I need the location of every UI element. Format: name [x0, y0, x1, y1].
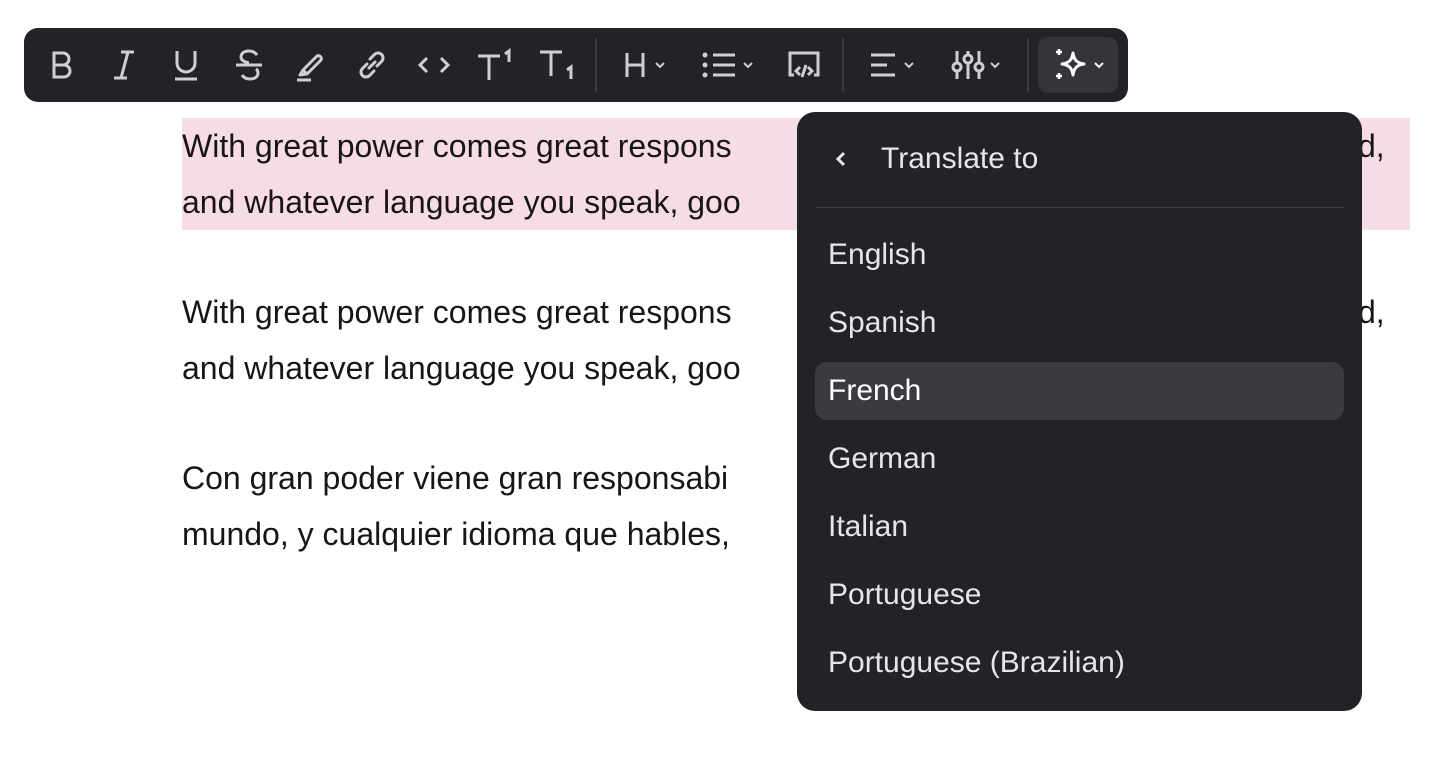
sliders-icon [951, 51, 985, 79]
highlight-button[interactable] [292, 37, 328, 93]
superscript-icon [478, 48, 511, 80]
language-option-french[interactable]: French [815, 362, 1344, 420]
code-button[interactable] [416, 37, 452, 93]
align-dropdown[interactable] [864, 37, 920, 93]
sparkle-icon [1056, 49, 1086, 79]
formatting-toolbar [24, 28, 1128, 102]
menu-divider [815, 207, 1344, 208]
bulleted-list-icon [702, 52, 735, 78]
code-icon [417, 56, 451, 74]
align-left-icon [871, 53, 895, 77]
embed-button[interactable] [784, 37, 824, 93]
underline-button[interactable] [170, 37, 202, 93]
chevron-down-icon [904, 62, 914, 69]
heading-dropdown[interactable] [620, 37, 670, 93]
heading-icon [625, 53, 645, 77]
highlighter-icon [297, 54, 323, 82]
embed-icon [788, 51, 820, 78]
language-option-spanish[interactable]: Spanish [815, 294, 1344, 352]
chevron-down-icon [990, 62, 1000, 69]
link-button[interactable] [354, 37, 390, 93]
bold-icon [52, 51, 72, 79]
subscript-icon [540, 50, 573, 79]
translate-menu-title: Translate to [881, 142, 1039, 175]
language-option-portuguese[interactable]: Portuguese [815, 566, 1344, 624]
paragraph-trailing-text: d, [1358, 128, 1385, 164]
superscript-button[interactable] [476, 37, 516, 93]
toolbar-separator [595, 38, 597, 92]
chevron-down-icon [743, 62, 753, 69]
adjustments-dropdown[interactable] [948, 37, 1004, 93]
language-option-italian[interactable]: Italian [815, 498, 1344, 556]
language-option-english[interactable]: English [815, 226, 1344, 284]
ai-actions-dropdown[interactable] [1038, 37, 1118, 93]
list-dropdown[interactable] [700, 37, 756, 93]
chevron-down-icon [1094, 62, 1104, 69]
chevron-left-icon[interactable] [835, 149, 847, 169]
italic-button[interactable] [108, 37, 140, 93]
toolbar-separator [1027, 38, 1029, 92]
strikethrough-button[interactable] [232, 37, 266, 93]
underline-icon [175, 51, 197, 81]
paragraph-trailing-text: d, [1358, 294, 1385, 330]
bold-button[interactable] [46, 37, 78, 93]
subscript-button[interactable] [538, 37, 578, 93]
link-icon [359, 51, 385, 79]
language-option-portuguese-brazilian[interactable]: Portuguese (Brazilian) [815, 634, 1344, 692]
strikethrough-icon [236, 49, 262, 81]
chevron-down-icon [655, 62, 665, 69]
toolbar-separator [842, 38, 844, 92]
italic-icon [114, 50, 134, 80]
translate-menu: Translate to English Spanish French Germ… [797, 112, 1362, 711]
translate-menu-header[interactable]: Translate to [797, 112, 1362, 208]
language-option-german[interactable]: German [815, 430, 1344, 488]
